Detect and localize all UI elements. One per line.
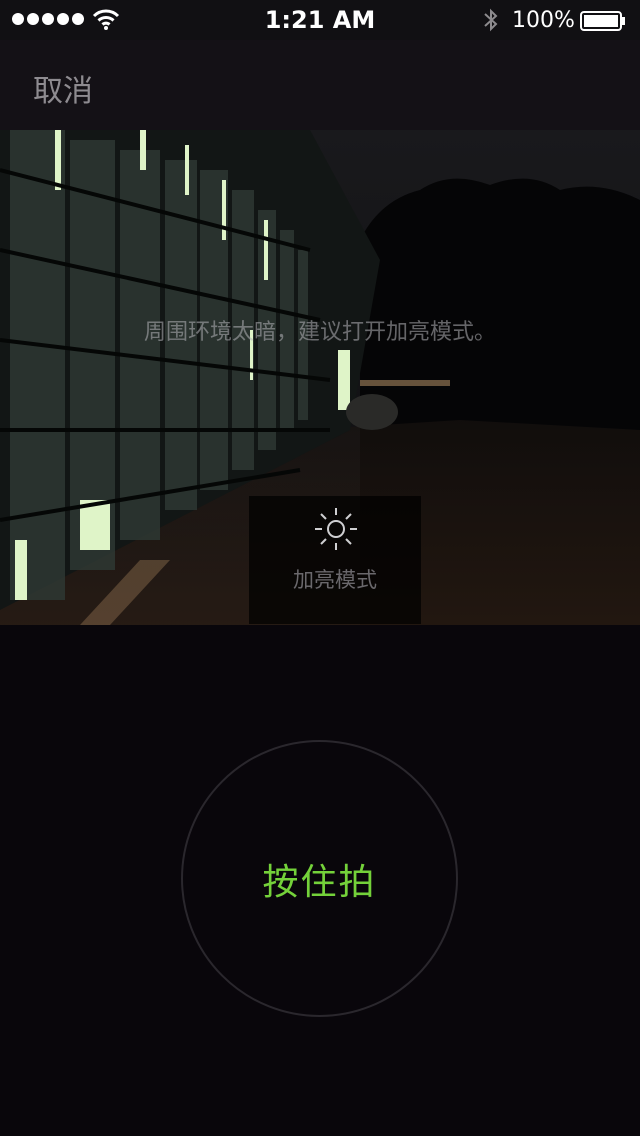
camera-screen: 1:21 AM 100% 取消 周围环境太暗，建议打开加亮模式。 加亮模式 按住… (0, 0, 640, 1136)
shutter-label: 按住拍 (262, 861, 377, 903)
battery-percent: 100% (512, 8, 575, 33)
brighten-mode-button[interactable]: 加亮模式 (249, 496, 421, 624)
capture-area: 按住拍 (0, 625, 640, 1136)
low-light-hint: 周围环境太暗，建议打开加亮模式。 (143, 320, 496, 345)
camera-preview[interactable]: 周围环境太暗，建议打开加亮模式。 加亮模式 (0, 130, 640, 625)
brighten-mode-label: 加亮模式 (293, 568, 377, 592)
bluetooth-icon (484, 8, 498, 32)
cancel-button[interactable]: 取消 (33, 66, 93, 110)
status-bar: 1:21 AM 100% (0, 0, 640, 40)
battery-icon (580, 11, 625, 31)
hold-to-record-button[interactable]: 按住拍 (181, 740, 458, 1017)
nav-bar: 取消 (0, 40, 640, 130)
sun-icon (315, 508, 357, 550)
